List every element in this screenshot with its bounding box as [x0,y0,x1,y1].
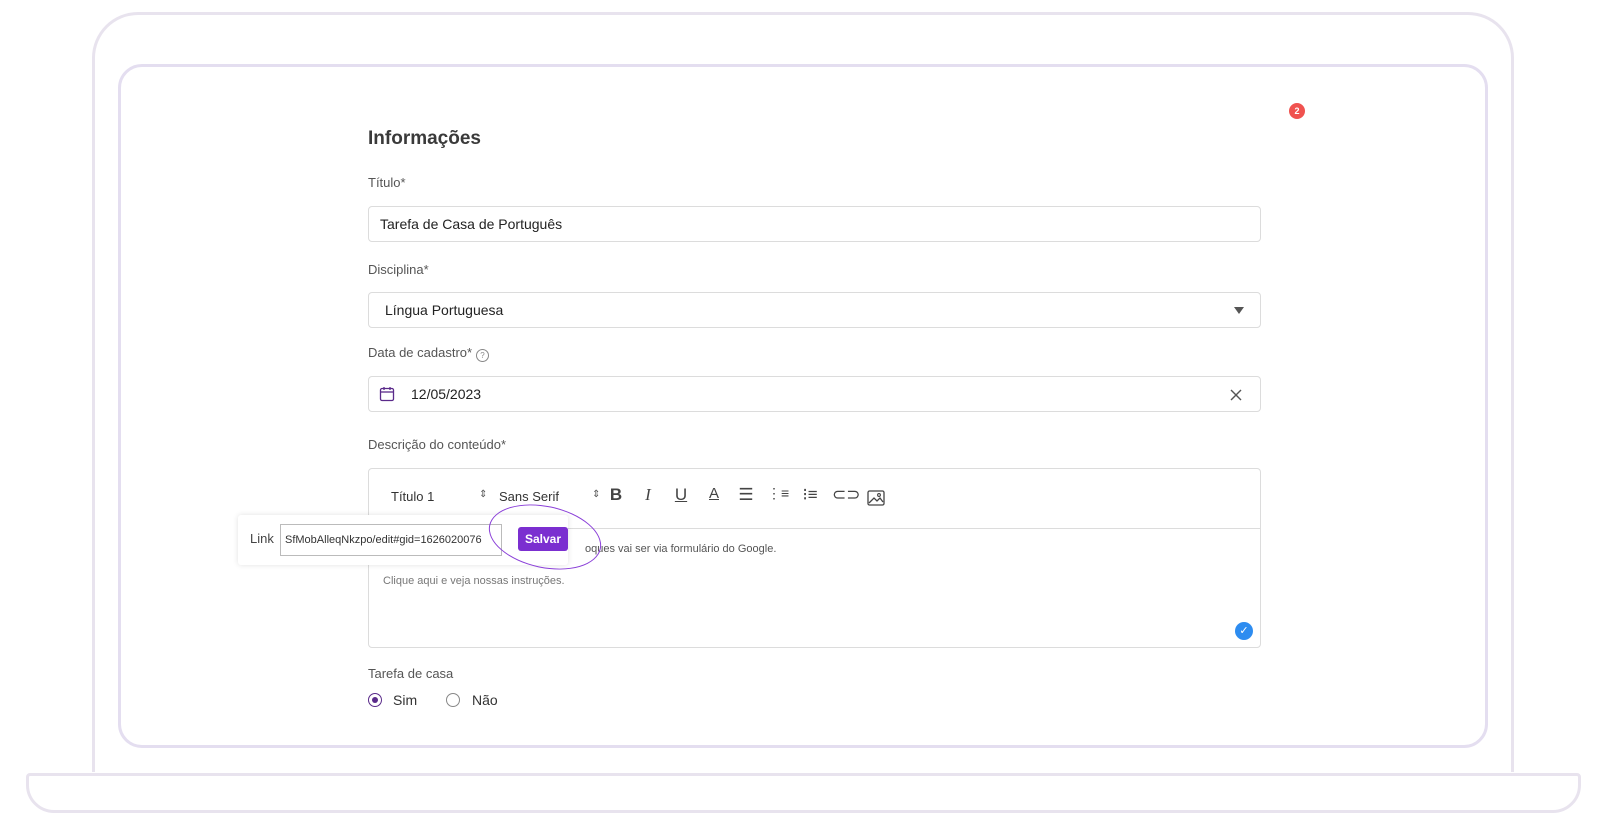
italic-icon[interactable]: I [637,485,659,505]
data-field[interactable]: 12/05/2023 [368,376,1261,412]
section-title: Informações [368,128,481,149]
ordered-list-icon[interactable]: ⋮≡ [767,485,789,502]
radio-nao[interactable] [446,693,460,707]
check-icon: ✓ [1235,622,1253,640]
descricao-label: Descrição do conteúdo* [368,437,507,452]
chevron-down-icon [1234,307,1244,314]
radio-sim[interactable] [368,693,382,707]
help-icon[interactable]: ? [476,349,489,362]
tarefa-label: Tarefa de casa [368,666,454,681]
radio-sim-label[interactable]: Sim [393,692,417,708]
laptop-base [26,773,1581,813]
heading-select[interactable]: Título 1 [391,489,434,504]
disciplina-value: Língua Portuguesa [385,302,504,318]
align-icon[interactable]: ☰ [735,485,757,505]
bullet-list-icon[interactable]: ⁝≡ [799,485,821,505]
data-value: 12/05/2023 [411,386,482,402]
text-color-icon[interactable]: A [703,485,725,502]
titulo-field[interactable]: Tarefa de Casa de Português [368,206,1261,242]
bold-icon[interactable]: B [605,485,627,505]
clear-icon[interactable] [1230,389,1242,401]
calendar-icon [379,387,395,402]
editor-line-1: oques vai ser via formulário do Google. [585,543,777,555]
underline-icon[interactable]: U [670,485,692,505]
titulo-label: Título* [368,175,406,190]
font-select-arrows-icon: ⇕ [592,489,601,500]
heading-select-arrows-icon: ⇕ [479,489,488,500]
image-icon[interactable] [865,490,887,506]
link-popup-label: Link [250,531,274,546]
font-select[interactable]: Sans Serif [499,489,559,504]
link-icon[interactable]: ⊂⊃ [832,485,861,505]
editor-line-2[interactable]: Clique aqui e veja nossas instruções. [383,575,565,587]
radio-nao-label[interactable]: Não [472,692,498,708]
titulo-value: Tarefa de Casa de Português [380,216,563,232]
disciplina-label: Disciplina* [368,262,429,277]
data-label: Data de cadastro* [368,345,473,360]
link-input[interactable] [280,524,502,556]
notification-badge[interactable]: 2 [1289,103,1305,119]
disciplina-select[interactable]: Língua Portuguesa [368,292,1261,328]
